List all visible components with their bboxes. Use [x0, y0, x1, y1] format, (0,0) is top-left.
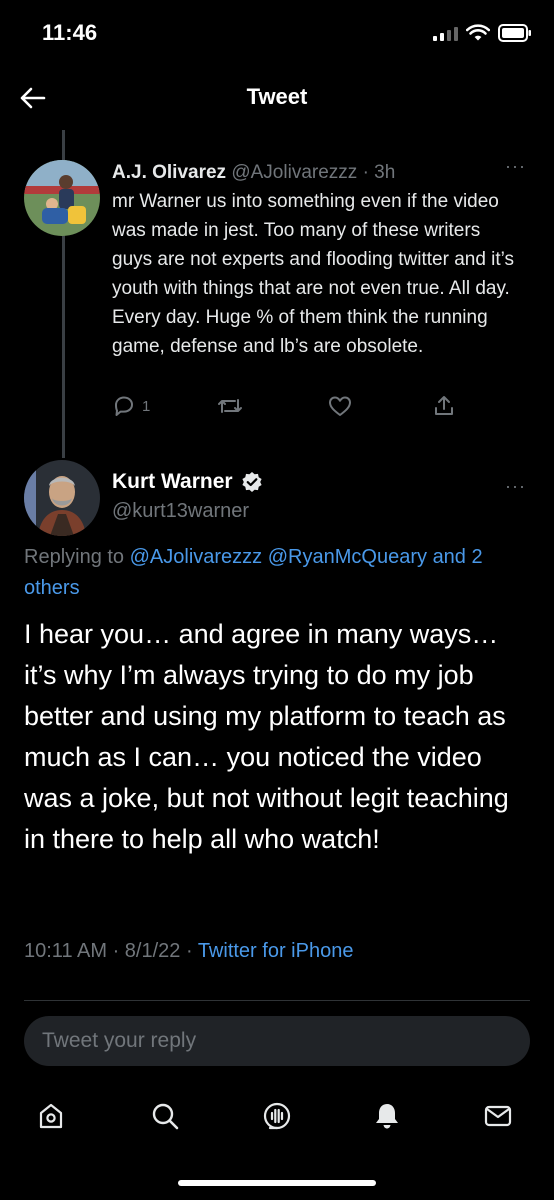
bell-icon: [376, 1104, 398, 1129]
main-author-row: Kurt Warner: [112, 470, 263, 494]
tweet-text: mr Warner us into something even if the …: [112, 191, 515, 357]
parent-tweet[interactable]: A.J. Olivarez @AJolivarezzz · 3h mr Warn…: [112, 160, 522, 361]
more-icon: ···: [505, 156, 526, 176]
author-name[interactable]: Kurt Warner: [112, 470, 233, 494]
tweet-time: · 3h: [362, 162, 396, 183]
tab-messages[interactable]: [480, 1098, 516, 1134]
tab-bar: [0, 1090, 554, 1140]
reply-count: 1: [142, 397, 151, 415]
verified-badge-icon: [241, 472, 262, 492]
parent-avatar-image: [24, 160, 100, 236]
search-icon: [152, 1103, 179, 1130]
wifi-icon: [466, 24, 490, 41]
share-button[interactable]: [432, 394, 456, 418]
replying-label: Replying to: [24, 546, 130, 568]
tweet-source-link[interactable]: Twitter for iPhone: [198, 940, 354, 962]
more-options-button[interactable]: ···: [505, 476, 526, 497]
share-icon: [435, 396, 453, 415]
more-icon: ···: [505, 476, 526, 496]
tab-spaces[interactable]: [259, 1098, 295, 1134]
tab-notifications[interactable]: [369, 1098, 405, 1134]
reply-box[interactable]: [24, 1016, 530, 1066]
mention-link[interactable]: @RyanMcQueary: [268, 546, 427, 568]
replying-to: Replying to @AJolivarezzz @RyanMcQueary …: [24, 542, 530, 604]
retweet-button[interactable]: [217, 394, 243, 418]
author-handle[interactable]: @AJolivarezzz: [231, 162, 357, 183]
page-title: Tweet: [246, 84, 308, 109]
mail-icon: [484, 1105, 512, 1127]
tweet-meta: 10:11 AM · 8/1/22 · Twitter for iPhone: [24, 940, 353, 963]
heart-icon: [329, 396, 351, 416]
tab-home[interactable]: [33, 1098, 69, 1134]
reply-input[interactable]: [42, 1029, 502, 1053]
battery-icon: [498, 24, 531, 42]
home-icon: [39, 1103, 63, 1129]
status-bar: 11:46: [0, 0, 554, 64]
mention-link[interactable]: @AJolivarezzz: [130, 546, 263, 568]
status-time: 11:46: [42, 20, 98, 45]
like-button[interactable]: [327, 394, 353, 418]
main-avatar-image: [24, 460, 100, 536]
tweet-timestamp: 10:11 AM · 8/1/22 ·: [24, 940, 198, 962]
author-handle[interactable]: @kurt13warner: [112, 500, 249, 523]
spaces-icon: [263, 1102, 291, 1130]
author-name[interactable]: A.J. Olivarez: [112, 162, 226, 183]
status-icons: [433, 24, 532, 42]
reply-icon: [115, 396, 133, 416]
avatar[interactable]: [24, 460, 100, 536]
reply-button[interactable]: 1: [112, 394, 150, 418]
parent-tweet-header: A.J. Olivarez @AJolivarezzz · 3h: [112, 160, 522, 186]
divider: [24, 1000, 530, 1001]
tweet-text: I hear you… and agree in many ways… it’s…: [24, 619, 509, 854]
tweet-actions: 1: [112, 394, 462, 424]
header: Tweet: [0, 64, 554, 130]
tab-search[interactable]: [147, 1098, 183, 1134]
avatar[interactable]: [24, 160, 100, 236]
home-indicator: [178, 1180, 376, 1186]
retweet-icon: [218, 399, 242, 413]
signal-icon: [433, 25, 458, 41]
more-options-button[interactable]: ···: [505, 156, 526, 177]
